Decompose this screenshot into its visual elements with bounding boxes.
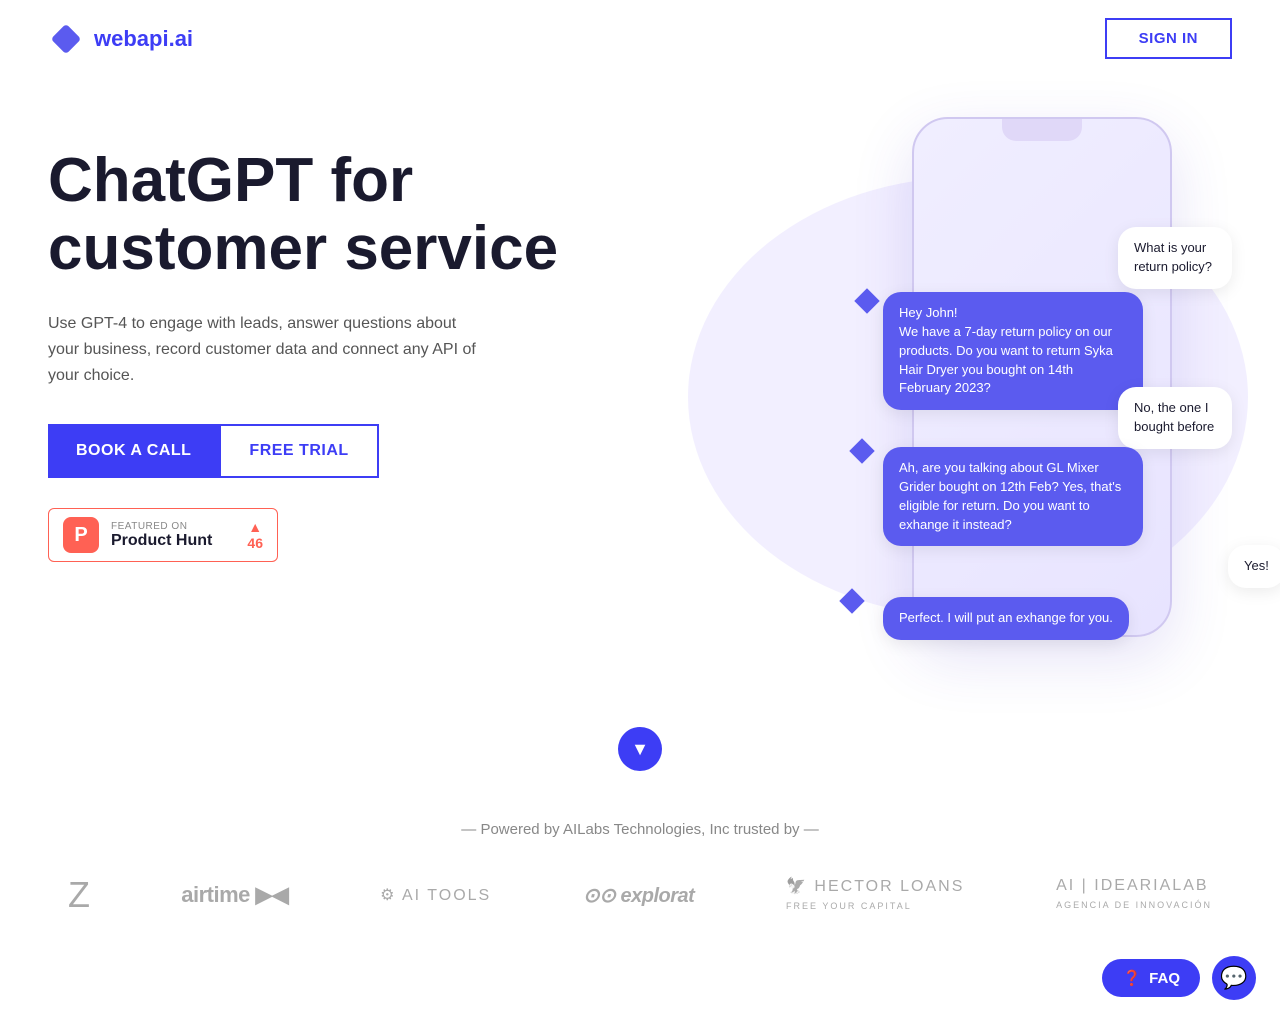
chevron-down-icon: ▼ — [631, 739, 649, 760]
logo-z: Z — [68, 874, 90, 916]
product-hunt-votes: ▲ 46 — [247, 519, 263, 551]
logo-explorat: ⊙⊙ explorat — [583, 883, 694, 908]
logo-ai-tools: ⚙ AI TOOLS — [380, 885, 491, 905]
product-hunt-text: FEATURED ON Product Hunt — [111, 521, 212, 550]
chat-bubble-1: What is your return policy? — [1118, 227, 1232, 289]
scroll-indicator: ▼ — [0, 727, 1280, 771]
chat-bubble-4: Ah, are you talking about GL Mixer Gride… — [883, 447, 1143, 546]
header: webapi.ai SIGN IN — [0, 0, 1280, 77]
hero-subtitle: Use GPT-4 to engage with leads, answer q… — [48, 311, 488, 388]
logo-idearialab: AI | IDEARIALABAGENCIA DE INNOVACIÓN — [1056, 877, 1212, 913]
logo-airtime: airtime ▶◀ — [181, 882, 288, 908]
chat-bubble-2: Hey John!We have a 7-day return policy o… — [883, 292, 1143, 410]
phone-notch — [1002, 119, 1082, 141]
faq-button[interactable]: ❓ FAQ — [1102, 959, 1200, 997]
hero-section: ChatGPT for customer service Use GPT-4 t… — [0, 77, 1280, 717]
logo-diamond-icon — [48, 21, 84, 57]
chat-widget-button[interactable]: 💬 — [1212, 956, 1256, 1000]
product-hunt-badge[interactable]: P FEATURED ON Product Hunt ▲ 46 — [48, 508, 278, 562]
chat-bubble-6: Perfect. I will put an exhange for you. — [883, 597, 1129, 640]
product-hunt-icon: P — [63, 517, 99, 553]
question-icon: ❓ — [1122, 969, 1141, 987]
sign-in-button[interactable]: SIGN IN — [1105, 18, 1232, 59]
chat-bubble-3: No, the one I bought before — [1118, 387, 1232, 449]
free-trial-button[interactable]: FREE TRIAL — [219, 424, 378, 478]
trusted-section: — Powered by AILabs Technologies, Inc tr… — [0, 801, 1280, 956]
trusted-label: — Powered by AILabs Technologies, Inc tr… — [48, 821, 1232, 838]
hero-illustration: What is your return policy? Hey John!We … — [548, 117, 1232, 677]
logo-text: webapi.ai — [94, 26, 193, 52]
hero-buttons: BOOK A CALL FREE TRIAL — [48, 424, 568, 478]
book-call-button[interactable]: BOOK A CALL — [48, 424, 219, 478]
logo-strip: Z airtime ▶◀ ⚙ AI TOOLS ⊙⊙ explorat 🦅 HE… — [48, 874, 1232, 916]
logo[interactable]: webapi.ai — [48, 21, 193, 57]
chat-icon: 💬 — [1220, 965, 1247, 991]
hero-title: ChatGPT for customer service — [48, 147, 568, 283]
chat-bubble-5: Yes! — [1228, 545, 1280, 588]
hero-left: ChatGPT for customer service Use GPT-4 t… — [48, 117, 568, 562]
logo-hector-loans: 🦅 HECTOR LOANSFREE YOUR CAPITAL — [786, 876, 964, 914]
bottom-bar: ❓ FAQ 💬 — [1102, 956, 1256, 1000]
scroll-down-button[interactable]: ▼ — [618, 727, 662, 771]
